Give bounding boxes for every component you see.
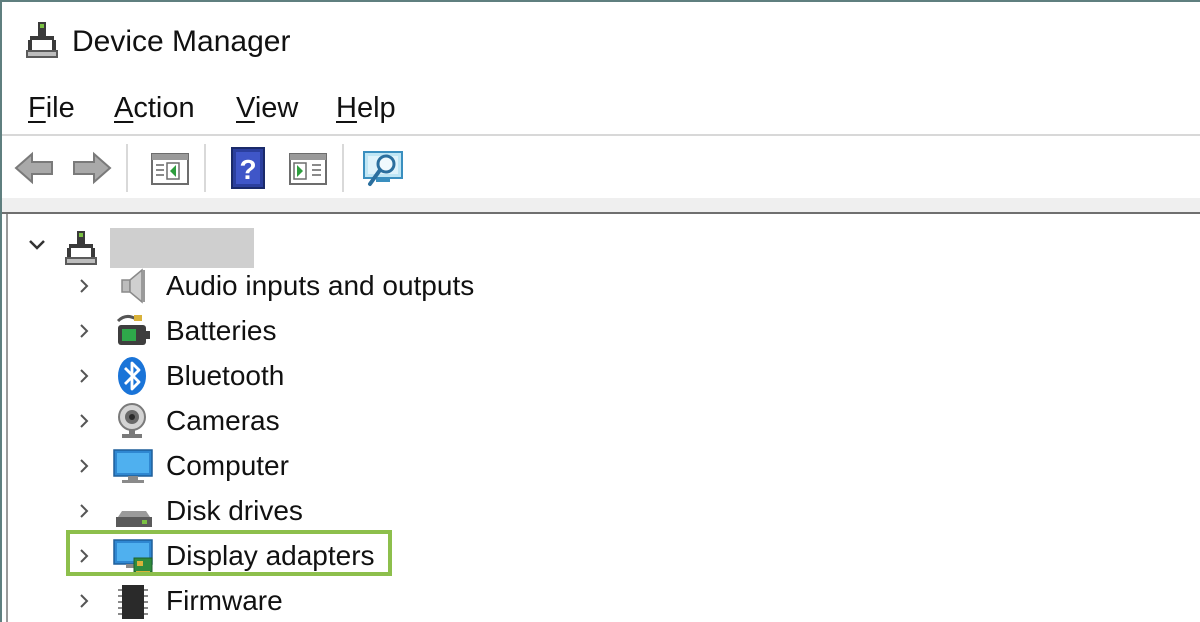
help-icon[interactable]: ?	[226, 146, 270, 190]
tree-item-firmware[interactable]: Firmware	[8, 579, 608, 622]
menu-help[interactable]: Help	[336, 90, 396, 126]
tree-item-label: Firmware	[166, 585, 283, 616]
menu-help-label: elp	[356, 92, 396, 124]
show-hide-console-tree-icon[interactable]	[148, 146, 192, 190]
tree-item-label: Cameras	[166, 405, 280, 436]
chevron-right-icon[interactable]	[74, 276, 94, 296]
tree-item-audio-inputs-and-outputs[interactable]: Audio inputs and outputs	[8, 264, 608, 308]
speaker-icon	[121, 268, 145, 304]
menu-file-label: ile	[45, 92, 75, 124]
menu-view[interactable]: View	[236, 90, 298, 126]
forward-arrow-icon[interactable]	[70, 146, 114, 190]
menu-view-mnemonic: V	[236, 92, 255, 124]
menu-action-label: ction	[133, 92, 195, 124]
tree-item-bluetooth[interactable]: Bluetooth	[8, 354, 608, 398]
menu-help-mnemonic: H	[336, 92, 357, 124]
menu-view-label: iew	[254, 92, 299, 124]
webcam-icon	[118, 403, 146, 438]
device-tree: Audio inputs and outputs Batteries Bluet…	[6, 214, 1200, 622]
tree-item-label: Computer	[166, 450, 289, 481]
chevron-right-icon[interactable]	[74, 456, 94, 476]
chevron-down-icon[interactable]	[26, 234, 48, 256]
toolbar-divider	[126, 144, 128, 192]
disk-drive-icon	[116, 511, 152, 527]
tree-item-disk-drives[interactable]: Disk drives	[8, 489, 608, 533]
menu-action[interactable]: Action	[114, 90, 195, 126]
bluetooth-icon	[118, 357, 146, 395]
chevron-right-icon[interactable]	[74, 411, 94, 431]
tree-item-label: Audio inputs and outputs	[166, 270, 475, 301]
menu-separator	[2, 134, 1200, 136]
tree-item-label: Bluetooth	[166, 360, 285, 391]
battery-icon	[116, 314, 150, 345]
chip-icon	[118, 585, 148, 619]
show-hide-action-pane-icon[interactable]	[286, 146, 330, 190]
tree-item-computer[interactable]: Computer	[8, 444, 608, 488]
toolbar-divider	[204, 144, 206, 192]
computer-root-icon	[65, 231, 97, 265]
tree-root-node[interactable]	[8, 226, 408, 268]
menu-file-mnemonic: F	[28, 92, 46, 124]
device-manager-icon	[26, 22, 58, 58]
monitor-icon	[113, 449, 153, 483]
tree-item-label: Batteries	[166, 315, 277, 346]
menu-bar: File Action View Help	[2, 86, 1200, 132]
back-arrow-icon[interactable]	[12, 146, 56, 190]
menu-action-mnemonic: A	[114, 92, 134, 124]
toolbar-divider	[342, 144, 344, 192]
tree-item-label: Disk drives	[166, 495, 303, 526]
highlight-box	[66, 530, 392, 576]
chevron-right-icon[interactable]	[74, 366, 94, 386]
tree-item-cameras[interactable]: Cameras	[8, 399, 608, 443]
svg-text:?: ?	[239, 154, 256, 185]
device-manager-window: Device Manager File Action View Help ? A…	[0, 0, 1200, 622]
toolbar-bottom-border	[2, 198, 1200, 214]
toolbar: ?	[2, 138, 1200, 198]
menu-file[interactable]: File	[28, 90, 75, 126]
chevron-right-icon[interactable]	[74, 501, 94, 521]
window-title: Device Manager	[72, 25, 291, 58]
scan-for-hardware-changes-icon[interactable]	[362, 146, 406, 190]
title-bar: Device Manager	[2, 2, 1200, 82]
computer-name-redacted	[110, 228, 254, 268]
chevron-right-icon[interactable]	[74, 591, 94, 611]
tree-item-batteries[interactable]: Batteries	[8, 309, 608, 353]
chevron-right-icon[interactable]	[74, 321, 94, 341]
